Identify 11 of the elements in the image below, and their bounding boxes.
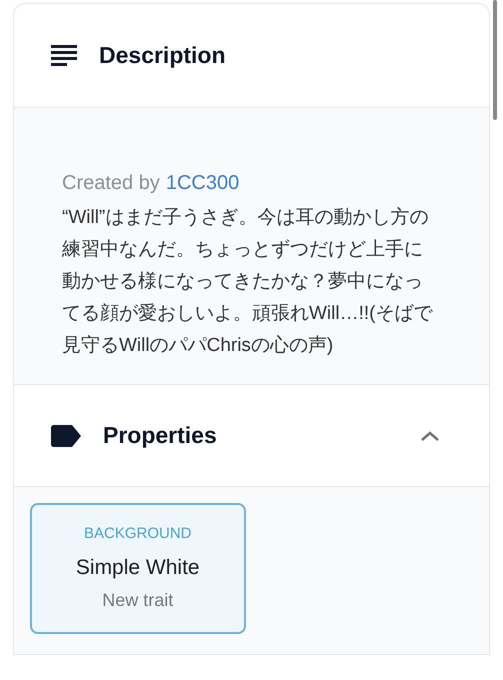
- section-title: Description: [99, 41, 226, 70]
- trait-value: Simple White: [76, 554, 200, 580]
- trait-type: BACKGROUND: [84, 524, 192, 544]
- creator-link[interactable]: 1CC300: [166, 168, 240, 198]
- description-text: “Will”はまだ子うさぎ。今は耳の動かし方の練習中なんだ。ちょっとずつだけど上手に動かせる様になってきたかな？夢中になってる顔が愛おしいよ。頑張れWill…!!(そばで見守るWillのパパChrisの心の声): [62, 206, 434, 358]
- trait-rarity: New trait: [102, 589, 174, 612]
- menu-icon: [51, 44, 77, 66]
- created-by-label: Created by: [62, 171, 160, 196]
- tag-icon: [51, 424, 81, 446]
- trait-card[interactable]: BACKGROUND Simple White New trait: [30, 503, 246, 634]
- scrollbar[interactable]: [493, 0, 497, 120]
